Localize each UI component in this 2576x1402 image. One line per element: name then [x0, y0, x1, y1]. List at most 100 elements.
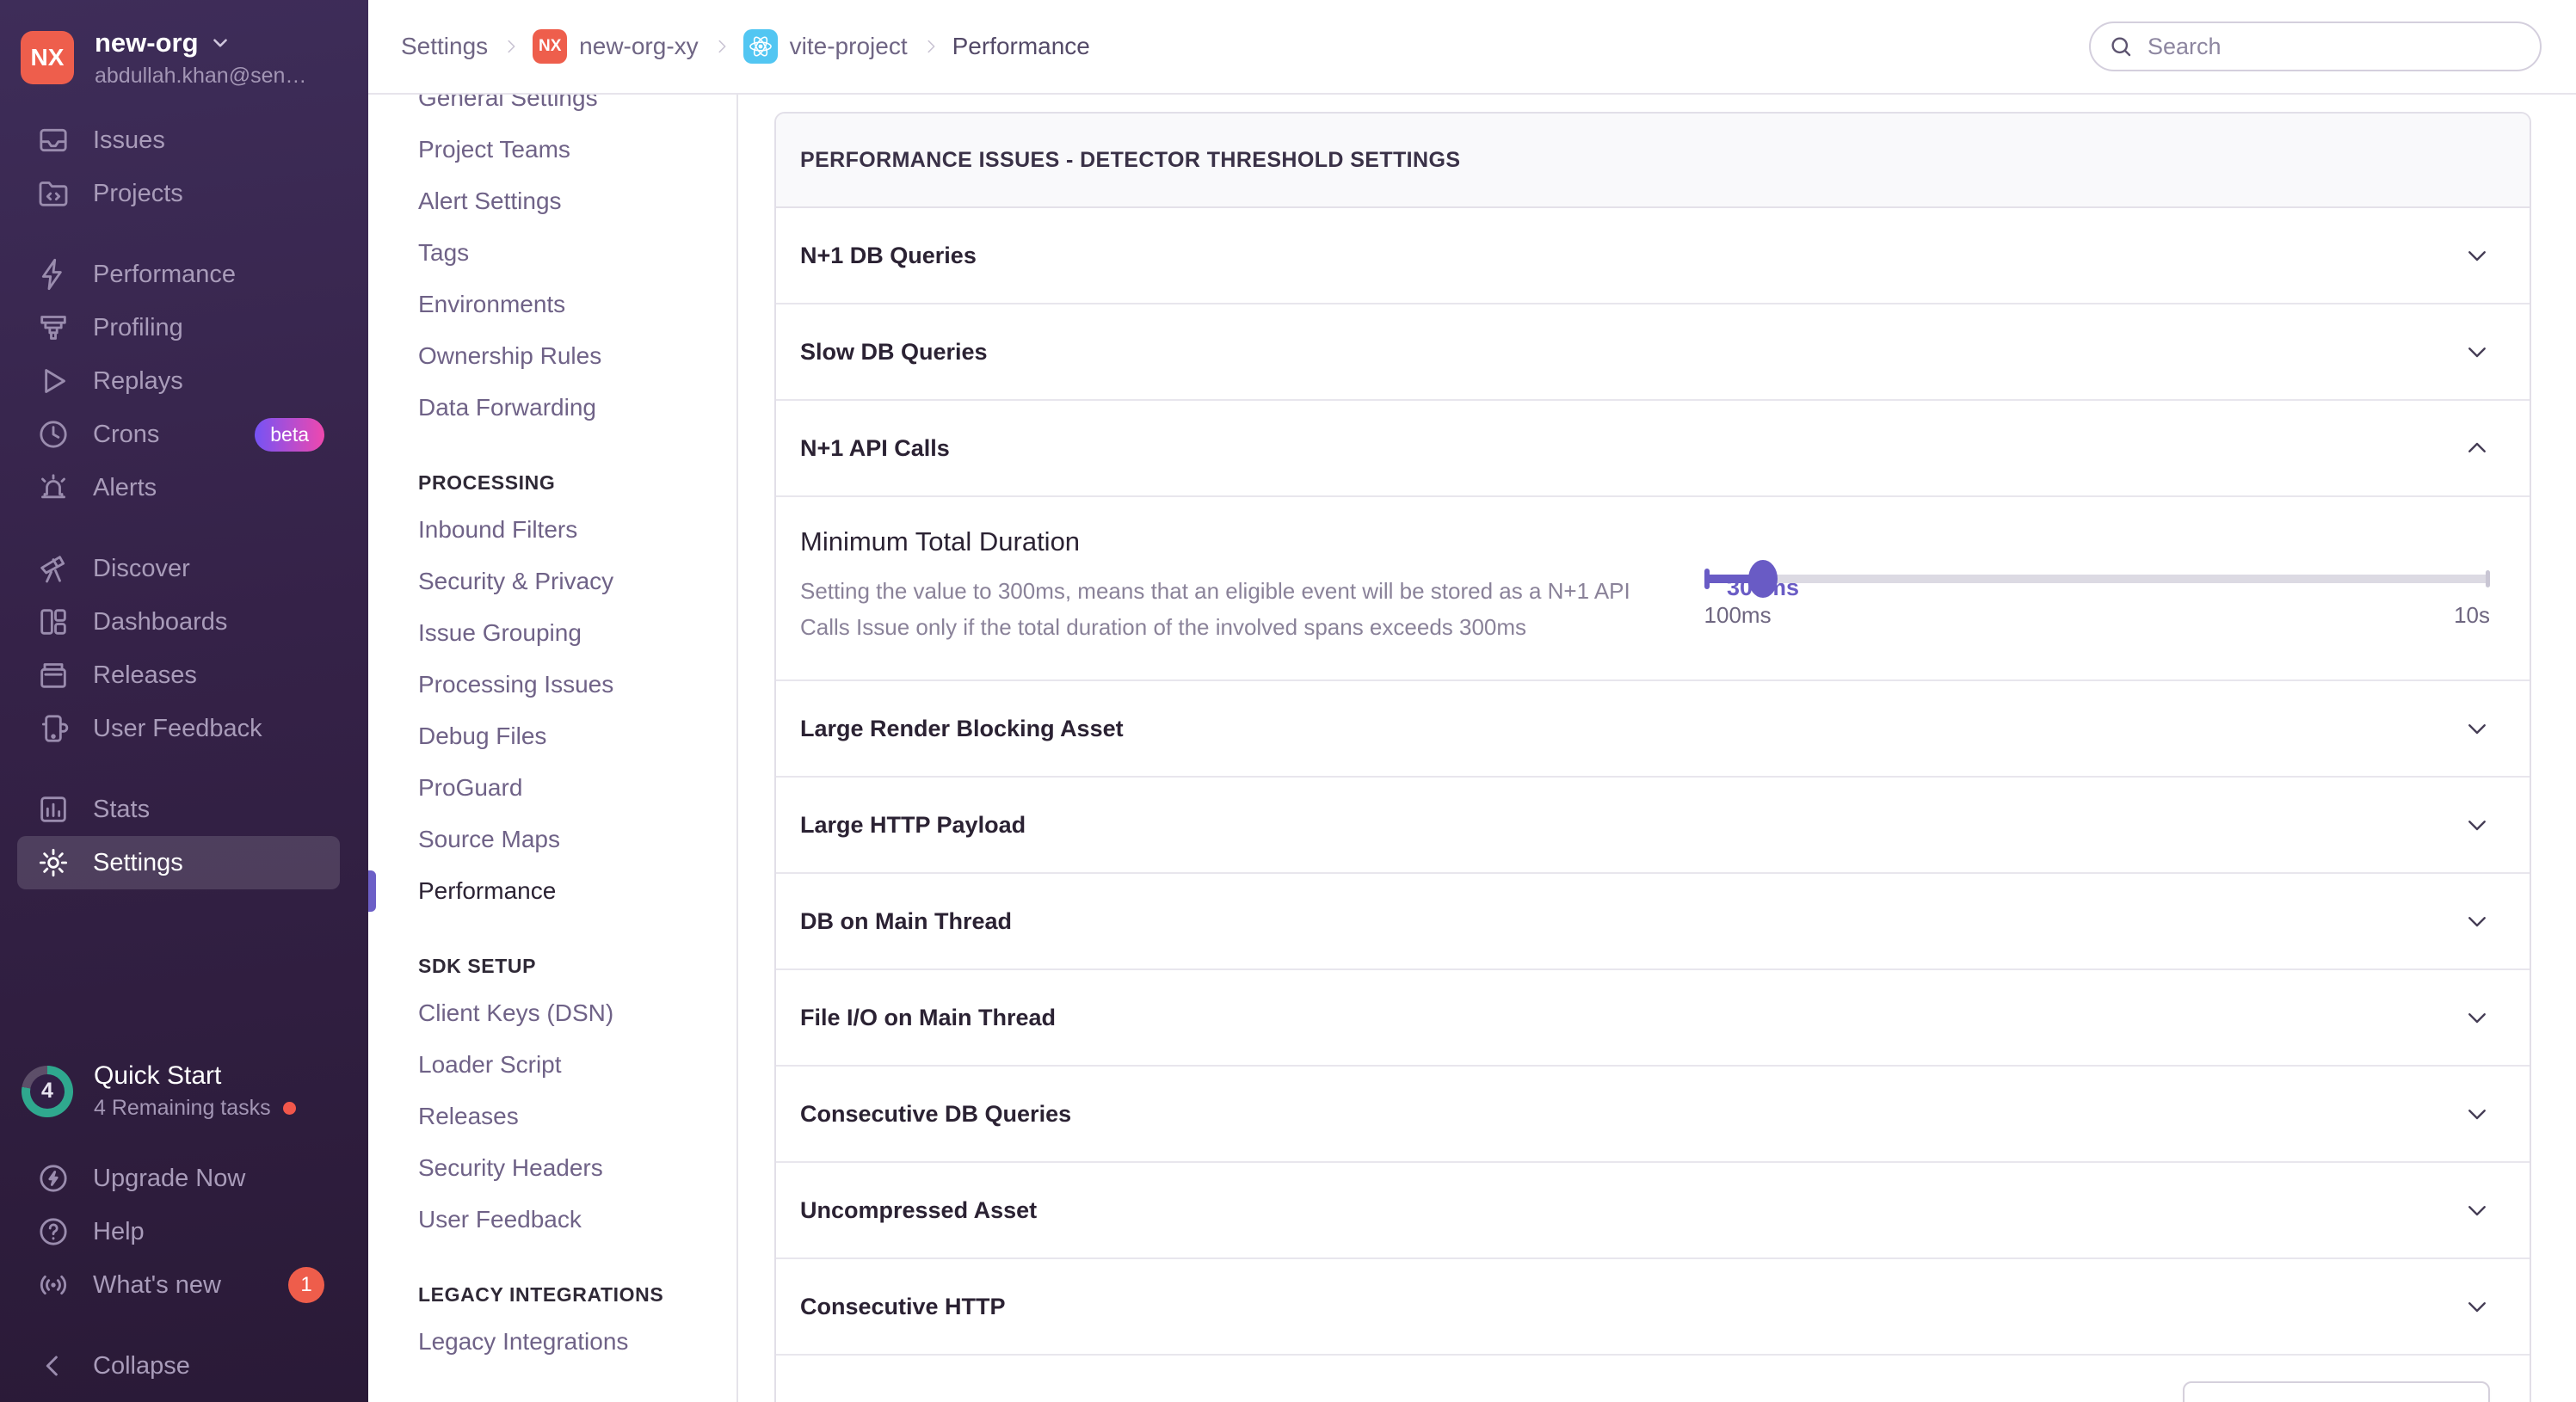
- sidebar-footer-item[interactable]: Upgrade Now: [17, 1152, 340, 1205]
- sidebar-collapse-button[interactable]: Collapse: [17, 1339, 340, 1393]
- quick-start-count: 4: [30, 1073, 65, 1109]
- panel-footer: Reset All Thresholds: [776, 1356, 2530, 1402]
- crons-icon: [34, 415, 72, 453]
- accordion-item: File I/O on Main Thread: [776, 970, 2530, 1067]
- accordion-header[interactable]: Slow DB Queries: [776, 304, 2530, 399]
- sidebar-footer-item[interactable]: Help: [17, 1205, 340, 1258]
- settings-nav-label: ProGuard: [418, 774, 523, 801]
- slider-section: 300ms 100ms 10s: [1704, 526, 2491, 645]
- sidebar-item[interactable]: Stats: [17, 783, 340, 836]
- sidebar-item[interactable]: Crons beta: [17, 408, 340, 461]
- sidebar-footer-item[interactable]: What's new 1: [17, 1258, 340, 1312]
- sidebar-item-label: Replays: [93, 366, 183, 395]
- sidebar-item[interactable]: Projects: [17, 167, 340, 220]
- beta-badge: beta: [255, 417, 324, 452]
- org-switcher[interactable]: NX new-org abdullah.khan@sen…: [0, 0, 368, 89]
- sidebar-item[interactable]: Issues: [17, 114, 340, 167]
- projects-icon: [34, 175, 72, 212]
- accordion-header[interactable]: Consecutive DB Queries: [776, 1067, 2530, 1162]
- settings-nav-item[interactable]: SDK SETUP: [368, 944, 736, 987]
- search-box: [2089, 22, 2542, 71]
- settings-nav-label: Issue Grouping: [418, 619, 582, 646]
- settings-nav-label: Project Teams: [418, 136, 570, 163]
- settings-nav-item[interactable]: Inbound Filters: [368, 504, 736, 556]
- settings-nav-item[interactable]: Source Maps: [368, 814, 736, 865]
- reset-all-thresholds-button[interactable]: Reset All Thresholds: [2182, 1381, 2490, 1402]
- accordion-item: N+1 DB Queries: [776, 208, 2530, 304]
- settings-nav-item[interactable]: General Settings: [368, 95, 736, 124]
- settings-nav-item[interactable]: Performance: [368, 865, 736, 917]
- sidebar-item[interactable]: Dashboards: [17, 595, 340, 649]
- slider-track[interactable]: [1704, 560, 2491, 598]
- accordion-label: Consecutive HTTP: [800, 1293, 1006, 1319]
- sidebar-item[interactable]: Replays: [17, 354, 340, 408]
- sidebar-item-label: User Feedback: [93, 714, 262, 742]
- app-root: NX new-org abdullah.khan@sen… Issues Pro…: [0, 0, 2576, 1402]
- settings-nav-item[interactable]: Ownership Rules: [368, 330, 736, 382]
- settings-nav: General Settings Project Teams Alert Set…: [368, 95, 738, 1402]
- settings-nav-item[interactable]: Project Teams: [368, 124, 736, 175]
- settings-nav-item[interactable]: PROCESSING: [368, 461, 736, 504]
- chevron-down-icon: [213, 38, 227, 47]
- settings-nav-item[interactable]: Data Forwarding: [368, 382, 736, 434]
- collapse-label: Collapse: [93, 1351, 190, 1380]
- settings-nav-item[interactable]: Issue Grouping: [368, 607, 736, 659]
- settings-nav-item[interactable]: ProGuard: [368, 762, 736, 814]
- sidebar-item[interactable]: User Feedback: [17, 702, 340, 755]
- accordion-header[interactable]: Consecutive HTTP: [776, 1259, 2530, 1355]
- user-feedback-icon: [34, 710, 72, 747]
- discover-icon: [34, 550, 72, 587]
- breadcrumb-item[interactable]: vite-project: [712, 29, 908, 64]
- org-email: abdullah.khan@sen…: [95, 63, 307, 88]
- accordion-label: Large HTTP Payload: [800, 811, 1026, 838]
- breadcrumb-item[interactable]: NX new-org-xy: [502, 29, 699, 64]
- sidebar-item-label: Upgrade Now: [93, 1164, 246, 1192]
- accordion-label: Large Render Blocking Asset: [800, 715, 1124, 741]
- sidebar-item[interactable]: Alerts: [17, 461, 340, 514]
- accordion-header[interactable]: File I/O on Main Thread: [776, 970, 2530, 1066]
- accordion-header[interactable]: Large Render Blocking Asset: [776, 681, 2530, 777]
- broadcast-icon: [34, 1266, 72, 1304]
- settings-nav-item[interactable]: Client Keys (DSN): [368, 987, 736, 1039]
- settings-nav-item[interactable]: Debug Files: [368, 710, 736, 762]
- chevron-down-icon: [2464, 1197, 2490, 1223]
- settings-nav-item[interactable]: LEGACY INTEGRATIONS: [368, 1273, 736, 1316]
- breadcrumb-item[interactable]: Performance: [921, 33, 1090, 60]
- settings-nav-item[interactable]: Releases: [368, 1091, 736, 1142]
- accordion-header[interactable]: Large HTTP Payload: [776, 778, 2530, 873]
- settings-nav-item[interactable]: Tags: [368, 227, 736, 279]
- accordion-label: File I/O on Main Thread: [800, 1004, 1057, 1030]
- settings-nav-item[interactable]: Security Headers: [368, 1142, 736, 1194]
- sidebar-item[interactable]: Settings: [17, 836, 340, 889]
- accordion-header[interactable]: Uncompressed Asset: [776, 1163, 2530, 1258]
- crumb-chevron-icon: [502, 37, 521, 56]
- settings-nav-item[interactable]: Alert Settings: [368, 175, 736, 227]
- accordion-header[interactable]: N+1 DB Queries: [776, 208, 2530, 303]
- sidebar-nav: Issues Projects Performance Profiling Re…: [0, 114, 368, 889]
- settings-nav-item[interactable]: Environments: [368, 279, 736, 330]
- quick-start[interactable]: 4 Quick Start 4 Remaining tasks: [22, 1061, 348, 1121]
- settings-nav-item[interactable]: Security & Privacy: [368, 556, 736, 607]
- settings-nav-item[interactable]: Loader Script: [368, 1039, 736, 1091]
- sidebar-footer: Upgrade Now Help What's new 1 Collapse: [0, 1152, 368, 1393]
- settings-nav-item[interactable]: User Feedback: [368, 1194, 736, 1245]
- accordion-item: Large Render Blocking Asset: [776, 681, 2530, 778]
- detail-description: Setting the value to 300ms, means that a…: [800, 578, 1630, 641]
- settings-icon: [34, 844, 72, 882]
- slider-thumb[interactable]: [1748, 560, 1778, 598]
- sidebar-item[interactable]: Discover: [17, 542, 340, 595]
- settings-nav-label: Debug Files: [418, 723, 547, 749]
- sidebar-item[interactable]: Performance: [17, 248, 340, 301]
- chevron-left-icon: [34, 1347, 72, 1385]
- settings-nav-label: General Settings: [418, 95, 598, 111]
- sidebar-item[interactable]: Releases: [17, 649, 340, 702]
- sidebar-item[interactable]: Profiling: [17, 301, 340, 354]
- settings-nav-label: Alert Settings: [418, 188, 562, 214]
- settings-nav-item[interactable]: Legacy Integrations: [368, 1316, 736, 1368]
- accordion-header[interactable]: N+1 API Calls: [776, 401, 2530, 495]
- breadcrumb-item[interactable]: Settings: [401, 33, 488, 60]
- settings-nav-label: Source Maps: [418, 826, 560, 852]
- accordion-header[interactable]: DB on Main Thread: [776, 874, 2530, 969]
- settings-nav-item[interactable]: Processing Issues: [368, 659, 736, 710]
- search-input[interactable]: [2089, 22, 2542, 71]
